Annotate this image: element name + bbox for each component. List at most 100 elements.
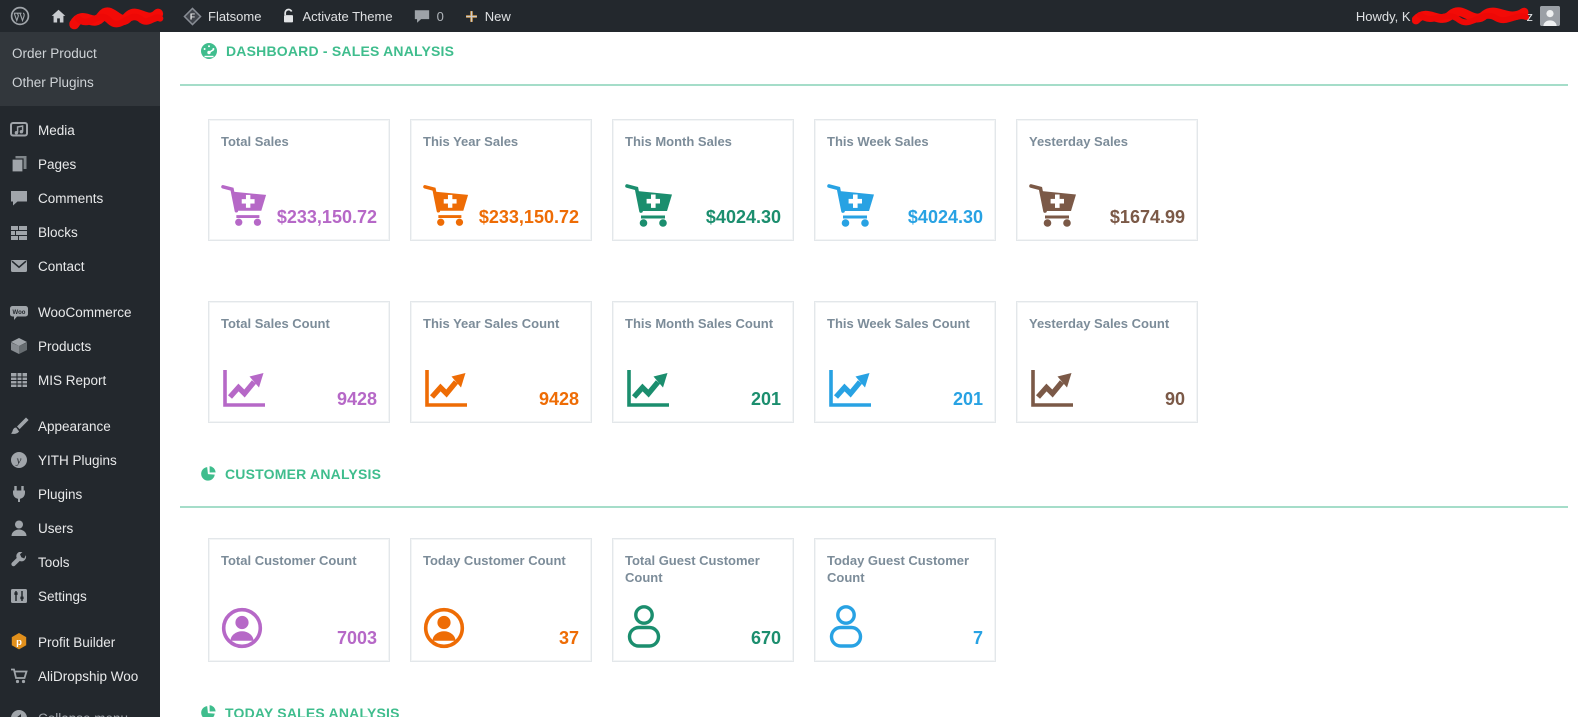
admin-bar: F Flatsome Activate Theme 0 New Howdy, K	[0, 0, 1578, 32]
howdy-prefix: Howdy, K	[1356, 9, 1411, 24]
stat-card-this-week-sales: This Week Sales $4024.30	[814, 119, 996, 241]
report-table-icon	[9, 370, 29, 390]
contact-envelope-icon	[9, 256, 29, 276]
sidebar-collapse-menu[interactable]: Collapse menu	[0, 701, 160, 717]
stat-value: $1674.99	[1110, 208, 1185, 228]
stat-card-this-week-sales-count: This Week Sales Count 201	[814, 301, 996, 423]
sales-count-cards-row: Total Sales Count 9428 This Year Sales C…	[200, 301, 1568, 423]
stat-card-this-month-sales-count: This Month Sales Count 201	[612, 301, 794, 423]
sidebar-item-products[interactable]: Products	[0, 329, 160, 363]
sidebar-item-appearance[interactable]: Appearance	[0, 409, 160, 443]
settings-sliders-icon	[9, 586, 29, 606]
sidebar-item-yith-plugins[interactable]: y YITH Plugins	[0, 443, 160, 477]
main-content: DASHBOARD - SALES ANALYSIS Total Sales $…	[160, 32, 1578, 717]
dashboard-gauge-icon	[200, 42, 218, 60]
cart-plus-icon	[625, 182, 677, 228]
stat-card-total-sales-count: Total Sales Count 9428	[208, 301, 390, 423]
stat-value: 9428	[539, 390, 579, 410]
blocks-icon	[9, 222, 29, 242]
chart-line-icon	[625, 368, 671, 410]
stat-card-total-sales: Total Sales $233,150.72	[208, 119, 390, 241]
activate-theme-item[interactable]: Activate Theme	[271, 0, 402, 32]
chart-line-icon	[827, 368, 873, 410]
stat-card-today-guest-customer-count: Today Guest Customer Count 7	[814, 538, 996, 662]
new-item[interactable]: New	[454, 0, 521, 32]
sales-cards-row: Total Sales $233,150.72 This Year Sales …	[200, 119, 1568, 241]
stat-card-total-customer-count: Total Customer Count 7003	[208, 538, 390, 662]
cart-plus-icon	[827, 182, 879, 228]
sidebar-item-plugins[interactable]: Plugins	[0, 477, 160, 511]
site-name-item[interactable]	[40, 0, 173, 32]
stat-card-yesterday-sales: Yesterday Sales $1674.99	[1016, 119, 1198, 241]
sidebar-separator	[0, 397, 160, 409]
products-box-icon	[9, 336, 29, 356]
stat-card-this-year-sales-count: This Year Sales Count 9428	[410, 301, 592, 423]
sidebar-item-users[interactable]: Users	[0, 511, 160, 545]
cart-plus-icon	[221, 182, 271, 228]
wordpress-logo-icon	[10, 6, 30, 26]
stat-value: $233,150.72	[277, 208, 377, 228]
cart-plus-icon	[423, 182, 473, 228]
svg-text:F: F	[190, 11, 195, 21]
section-heading-today: TODAY SALES ANALYSIS	[200, 704, 1568, 717]
section-title: CUSTOMER ANALYSIS	[225, 466, 381, 482]
svg-text:y: y	[16, 455, 22, 467]
sidebar-subitem-other-plugins[interactable]: Other Plugins	[0, 68, 160, 97]
sidebar-subitem-order-product[interactable]: Order Product	[0, 39, 160, 68]
sidebar: Order Product Other Plugins Media Pages …	[0, 32, 160, 717]
user-circle-icon	[423, 607, 465, 649]
wordpress-menu[interactable]	[0, 0, 40, 32]
howdy-suffix: z	[1527, 9, 1534, 24]
howdy-account-item[interactable]: Howdy, K z	[1346, 0, 1570, 32]
pie-chart-icon	[200, 704, 217, 717]
cart-plus-icon	[1029, 182, 1081, 228]
chart-line-icon	[1029, 368, 1075, 410]
section-title: DASHBOARD - SALES ANALYSIS	[226, 43, 454, 59]
woocommerce-icon: Woo	[9, 302, 29, 322]
pie-chart-icon	[200, 465, 217, 482]
sidebar-item-comments[interactable]: Comments	[0, 181, 160, 215]
sidebar-item-mis-report[interactable]: MIS Report	[0, 363, 160, 397]
svg-text:p: p	[16, 637, 22, 648]
flatsome-icon: F	[183, 7, 202, 26]
sidebar-item-contact[interactable]: Contact	[0, 249, 160, 283]
sidebar-item-settings[interactable]: Settings	[0, 579, 160, 613]
flatsome-item[interactable]: F Flatsome	[173, 0, 271, 32]
sidebar-item-profit-builder[interactable]: p Profit Builder	[0, 625, 160, 659]
unlock-icon	[281, 7, 296, 25]
comment-bubble-icon	[413, 8, 431, 25]
stat-card-yesterday-sales-count: Yesterday Sales Count 90	[1016, 301, 1198, 423]
sidebar-separator	[0, 283, 160, 295]
redaction-scribble	[1411, 3, 1529, 29]
user-icon	[9, 518, 29, 538]
media-icon	[9, 120, 29, 140]
stat-value: 7	[973, 629, 983, 649]
redaction-scribble	[69, 2, 166, 33]
stat-value: 7003	[337, 629, 377, 649]
stat-card-today-customer-count: Today Customer Count 37	[410, 538, 592, 662]
alidropship-cart-icon	[9, 666, 29, 686]
appearance-brush-icon	[9, 416, 29, 436]
sidebar-item-pages[interactable]: Pages	[0, 147, 160, 181]
sidebar-item-blocks[interactable]: Blocks	[0, 215, 160, 249]
sidebar-item-media[interactable]: Media	[0, 113, 160, 147]
profit-builder-icon: p	[9, 632, 29, 652]
chart-line-icon	[423, 368, 469, 410]
sidebar-item-alidropship-woo[interactable]: AliDropship Woo	[0, 659, 160, 693]
section-divider	[180, 84, 1568, 86]
section-heading-customer: CUSTOMER ANALYSIS	[200, 465, 1568, 482]
stat-value: 201	[953, 390, 983, 410]
stat-value: $4024.30	[706, 208, 781, 228]
comments-item[interactable]: 0	[403, 0, 454, 32]
stat-value: 90	[1165, 390, 1185, 410]
sidebar-item-woocommerce[interactable]: Woo WooCommerce	[0, 295, 160, 329]
svg-text:Woo: Woo	[13, 310, 26, 316]
sidebar-open-submenu: Order Product Other Plugins	[0, 32, 160, 106]
stat-value: $233,150.72	[479, 208, 579, 228]
chart-line-icon	[221, 368, 267, 410]
comments-icon	[9, 188, 29, 208]
plugins-plug-icon	[9, 484, 29, 504]
user-circle-icon	[221, 607, 263, 649]
sidebar-item-tools[interactable]: Tools	[0, 545, 160, 579]
home-icon	[50, 8, 67, 25]
